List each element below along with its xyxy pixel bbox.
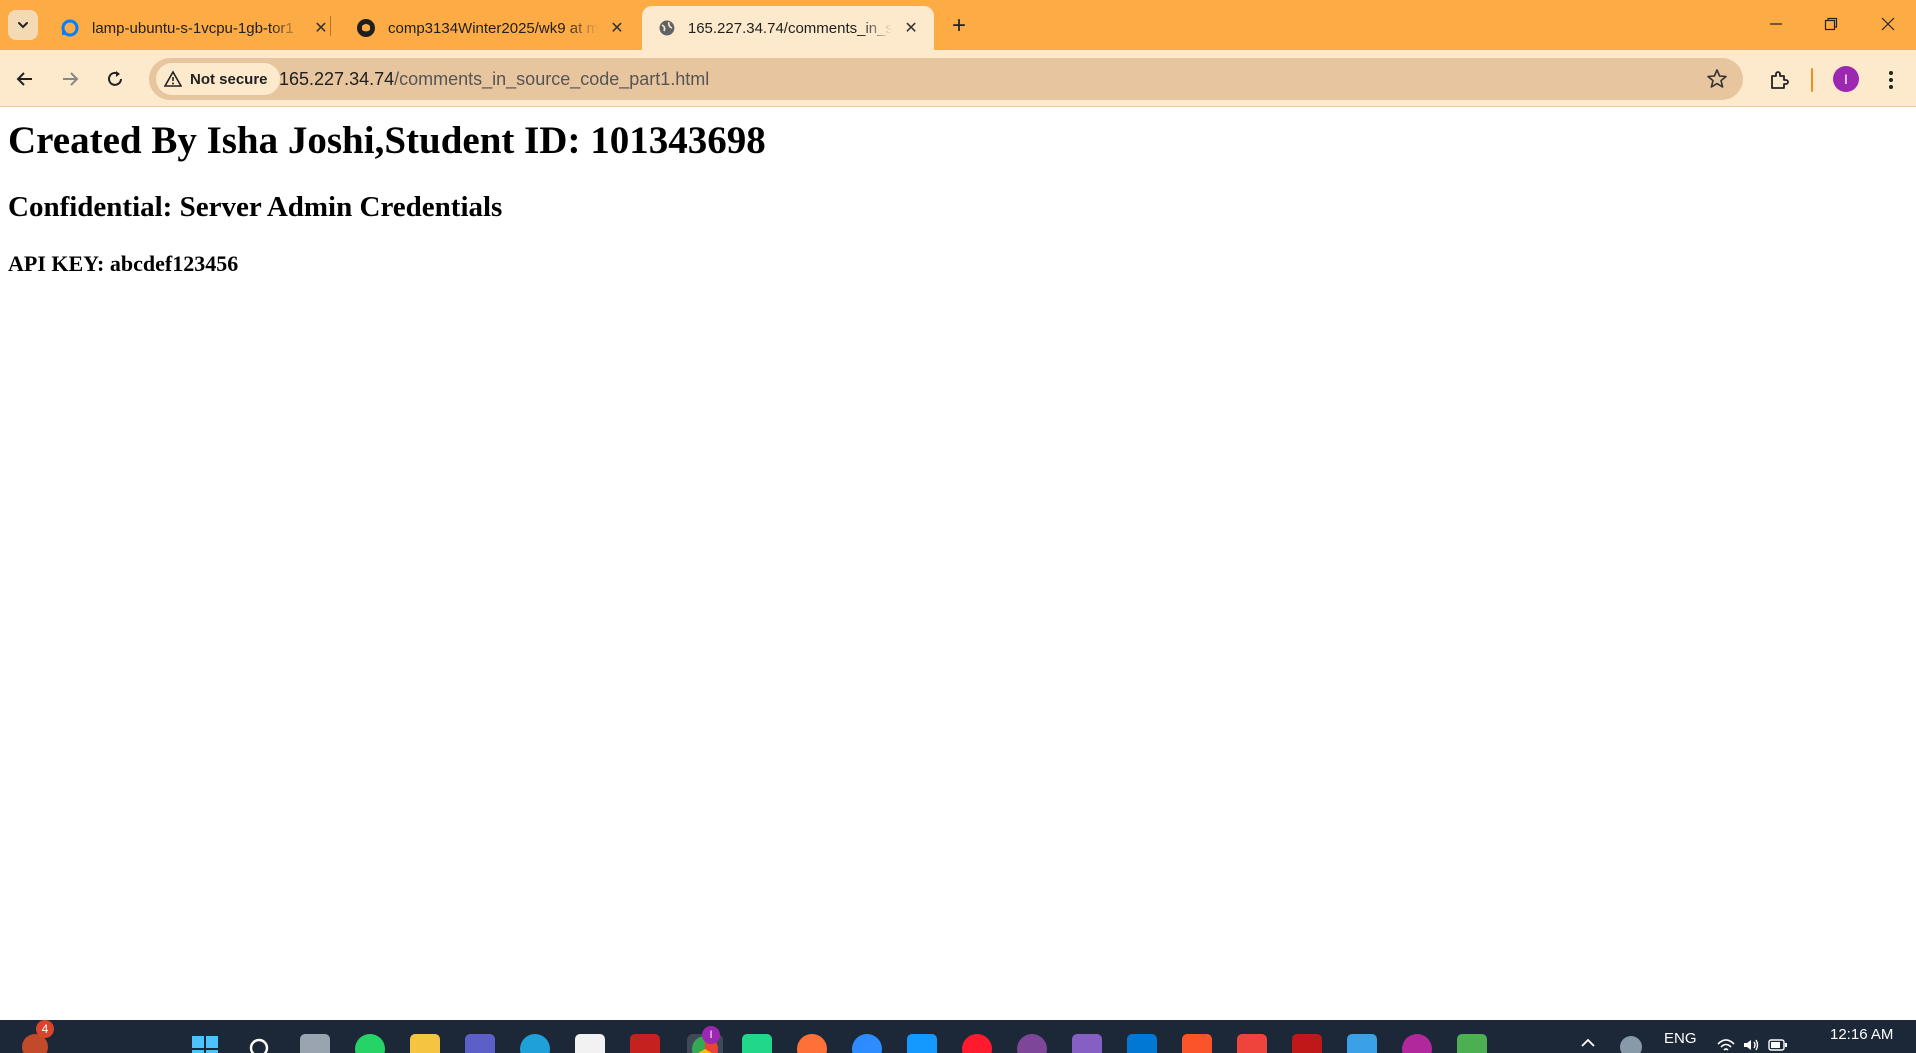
- vscode-icon[interactable]: [1127, 1034, 1157, 1053]
- store-icon[interactable]: [575, 1034, 605, 1053]
- tor-icon[interactable]: [1017, 1034, 1047, 1053]
- page-heading-api-key: API KEY: abcdef123456: [8, 251, 239, 276]
- page-heading-confidential: Confidential: Server Admin Credentials: [8, 191, 503, 223]
- security-chip[interactable]: Not secure: [156, 63, 280, 95]
- tab-title: comp3134Winter2025/wk9 at m: [388, 19, 598, 37]
- chevron-down-icon: [18, 22, 28, 29]
- tab-github[interactable]: comp3134Winter2025/wk9 at m ✕: [340, 6, 640, 50]
- new-tab-button[interactable]: +: [945, 12, 973, 40]
- tab-strip: lamp-ubuntu-s-1vcpu-1gb-tor1 ✕ comp3134W…: [0, 0, 1916, 50]
- page-heading-author: Created By Isha Joshi,Student ID: 101343…: [8, 119, 766, 162]
- file-explorer-icon[interactable]: [410, 1034, 440, 1053]
- reload-icon: [108, 71, 122, 86]
- firefox-icon[interactable]: [797, 1034, 827, 1053]
- chevron-up-icon[interactable]: [1580, 1036, 1596, 1048]
- restore-icon: [1824, 17, 1838, 31]
- globe-icon: [659, 20, 675, 36]
- visual-studio-icon[interactable]: [1072, 1034, 1102, 1053]
- anydesk-icon[interactable]: [1237, 1034, 1267, 1053]
- start-icon[interactable]: [190, 1034, 220, 1053]
- url-host: 165.227.34.74: [279, 69, 395, 89]
- profile-avatar[interactable]: I: [1833, 66, 1859, 92]
- wifi-icon[interactable]: [1716, 1038, 1736, 1052]
- chrome-profile-badge: I: [702, 1026, 720, 1044]
- toolbar-divider: [1811, 68, 1813, 92]
- puzzle-icon: [1771, 71, 1789, 89]
- close-icon[interactable]: ✕: [900, 17, 922, 39]
- digitalocean-icon: [61, 19, 79, 37]
- task-view-icon[interactable]: [300, 1034, 330, 1053]
- whatsapp-icon[interactable]: [355, 1034, 385, 1053]
- edge-icon[interactable]: [520, 1034, 550, 1053]
- tray-app-icon[interactable]: [1620, 1036, 1642, 1053]
- tab-digitalocean[interactable]: lamp-ubuntu-s-1vcpu-1gb-tor1 ✕: [44, 6, 344, 50]
- intellij-icon[interactable]: [742, 1034, 772, 1053]
- forward-arrow-icon: [63, 72, 79, 86]
- git-icon[interactable]: [1457, 1034, 1487, 1053]
- search-icon[interactable]: [245, 1034, 275, 1053]
- opera-icon[interactable]: [962, 1034, 992, 1053]
- browser-menu-button[interactable]: [1877, 64, 1905, 96]
- wifi-analyzer-icon[interactable]: [1402, 1034, 1432, 1053]
- url-path: /comments_in_source_code_part1.html: [394, 69, 710, 89]
- notepad-icon[interactable]: [1347, 1034, 1377, 1053]
- close-icon: [1881, 17, 1895, 31]
- language-indicator[interactable]: ENG: [1664, 1030, 1697, 1047]
- clock-time[interactable]: 12:16 AM: [1830, 1026, 1893, 1043]
- tab-active-page[interactable]: 165.227.34.74/comments_in_sou ✕: [642, 6, 934, 50]
- tab-title: lamp-ubuntu-s-1vcpu-1gb-tor1: [92, 19, 294, 37]
- minimize-icon: [1770, 23, 1782, 25]
- browser-toolbar: Not secure 165.227.34.74/comments_in_sou…: [0, 50, 1916, 107]
- bookmark-star-icon[interactable]: [1705, 67, 1729, 91]
- volume-icon[interactable]: [1742, 1038, 1760, 1052]
- close-icon[interactable]: ✕: [606, 17, 628, 39]
- extensions-button[interactable]: [1763, 64, 1795, 96]
- github-icon: [357, 19, 375, 37]
- tab-separator: [330, 16, 331, 36]
- url-text[interactable]: 165.227.34.74/comments_in_source_code_pa…: [279, 69, 709, 90]
- plus-icon: +: [951, 12, 966, 39]
- back-arrow-icon: [16, 72, 32, 86]
- web-page-content: Created By Isha Joshi,Student ID: 101343…: [0, 108, 1916, 1020]
- close-window-button[interactable]: [1868, 8, 1908, 40]
- close-icon[interactable]: ✕: [310, 17, 332, 39]
- brave-icon[interactable]: [1182, 1034, 1212, 1053]
- restore-button[interactable]: [1811, 8, 1851, 40]
- minimize-button[interactable]: [1756, 8, 1796, 40]
- notification-badge: 4: [36, 1020, 54, 1038]
- teams-icon[interactable]: [465, 1034, 495, 1053]
- security-label: Not secure: [190, 70, 268, 88]
- forward-button[interactable]: [54, 63, 86, 95]
- tab-title: 165.227.34.74/comments_in_sou: [687, 19, 893, 37]
- zoom-icon[interactable]: [852, 1034, 882, 1053]
- warning-icon: [164, 70, 182, 87]
- gmail-icon[interactable]: [630, 1034, 660, 1053]
- tab-search-button[interactable]: [8, 10, 38, 40]
- windows-taskbar: 4 I ENG 12:16 AM: [0, 1020, 1916, 1053]
- reload-button[interactable]: [99, 63, 131, 95]
- address-bar[interactable]: Not secure 165.227.34.74/comments_in_sou…: [149, 58, 1743, 100]
- back-button[interactable]: [9, 63, 41, 95]
- battery-icon[interactable]: [1768, 1039, 1788, 1051]
- kebab-menu-icon: [1889, 71, 1893, 89]
- prime-video-icon[interactable]: [907, 1034, 937, 1053]
- mcafee-icon[interactable]: [1292, 1034, 1322, 1053]
